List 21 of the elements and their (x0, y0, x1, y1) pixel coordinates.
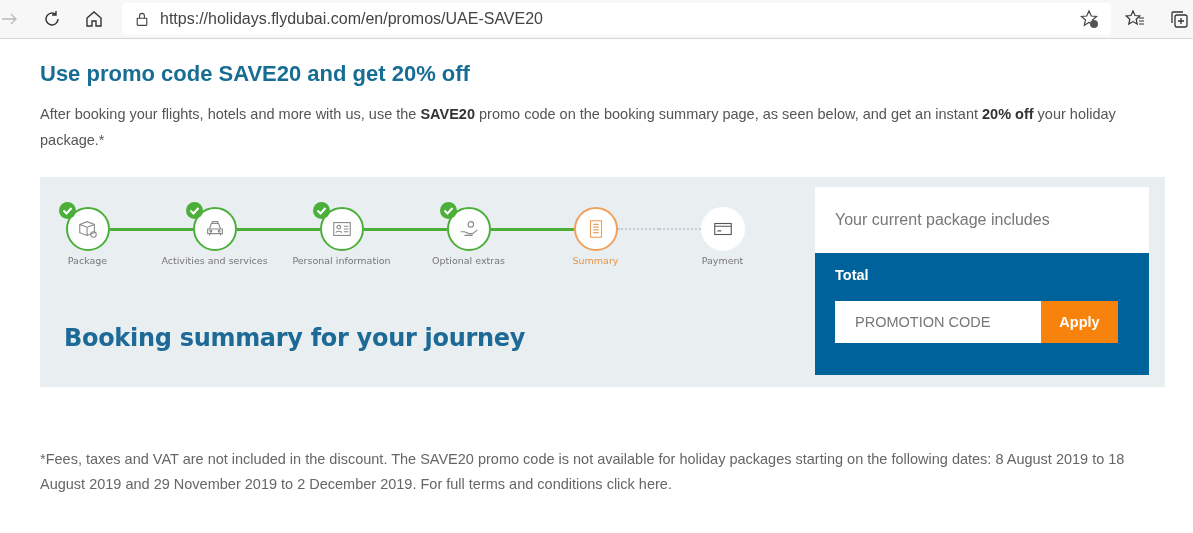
address-bar[interactable]: https://holidays.flydubai.com/en/promos/UAE-SAVE20 (122, 3, 1111, 35)
step-label: Payment (701, 255, 744, 266)
step-label: Optional extras (432, 255, 505, 266)
box-icon (76, 218, 99, 240)
collections-icon[interactable] (1169, 9, 1189, 29)
home-icon[interactable] (84, 9, 104, 29)
card-title: Your current package includes (835, 211, 1050, 229)
add-favorite-icon[interactable] (1079, 9, 1099, 29)
step-label: Activities and services (161, 255, 268, 266)
refresh-icon[interactable] (42, 9, 62, 29)
url-text: https://holidays.flydubai.com/en/promos/UAE-SAVE20 (160, 10, 543, 28)
page-title: Use promo code SAVE20 and get 20% off (40, 61, 471, 87)
intro-paragraph: After booking your flights, hotels and more with us, use the SAVE20 promo code on the booking summary page, as seen below, and get an instant 20% off your holiday package.* (40, 105, 1117, 150)
total-label: Total (835, 267, 870, 283)
step-label: Personal information (292, 255, 391, 266)
lock-icon (134, 11, 150, 27)
footnote: *Fees, taxes and VAT are not included in the discount. The SAVE20 promo code is not available for holiday packages starting on the following dates: 8 August 2019 to 18 August 2019 and 29 November 2019 to 2 December 2019. For full terms and conditions click here. (40, 450, 1126, 494)
promo-code-field[interactable]: PROMOTION CODE (835, 301, 1041, 343)
step-label: Summary (572, 255, 619, 266)
booking-heading: Booking summary for your journey (64, 324, 527, 352)
step-label: Package (67, 255, 108, 266)
